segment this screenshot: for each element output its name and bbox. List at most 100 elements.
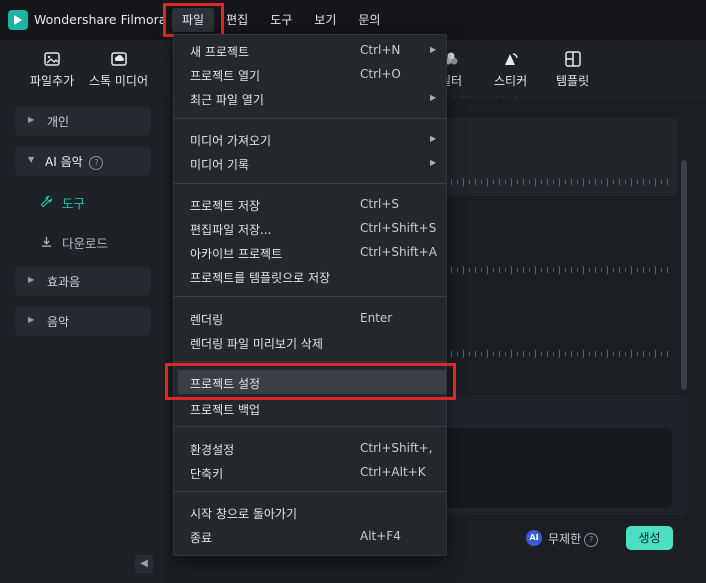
ai-music-label: AI 음악 bbox=[45, 155, 83, 169]
toolbar-sticker-label: 스티커 bbox=[494, 74, 528, 88]
chevron-right-icon: ▶ bbox=[28, 275, 35, 284]
menu-item-new-project[interactable]: 새 프로젝트 Ctrl+N ▶ bbox=[190, 40, 437, 60]
cloud-media-icon bbox=[109, 50, 129, 68]
project-settings-highlight-box bbox=[165, 363, 456, 400]
menu-item-save-as-template[interactable]: 프로젝트를 템플릿으로 저장 bbox=[190, 266, 435, 286]
menu-item-label: 프로젝트 저장 bbox=[190, 199, 261, 213]
toolbar-stock-media-button[interactable]: 스톡 미디어 bbox=[89, 50, 148, 89]
submenu-arrow-icon: ▶ bbox=[430, 134, 437, 143]
menu-item-label: 미디어 기록 bbox=[190, 158, 250, 172]
menu-item-shortcut: Ctrl+O bbox=[360, 67, 401, 81]
menu-item-delete-render-preview[interactable]: 렌더링 파일 미리보기 삭제 bbox=[190, 332, 435, 352]
menu-item-recent-files[interactable]: 최근 파일 열기 ▶ bbox=[190, 88, 437, 108]
generate-button[interactable]: 생성 bbox=[626, 526, 673, 550]
menu-item-save-as[interactable]: 편집파일 저장... Ctrl+Shift+S bbox=[190, 218, 436, 238]
menu-item-label: 최근 파일 열기 bbox=[190, 93, 264, 107]
menu-item-label: 단축키 bbox=[190, 467, 224, 481]
menu-item-archive-project[interactable]: 아카이브 프로젝트 Ctrl+Shift+A bbox=[190, 242, 437, 262]
sidebar-item-label: 효과음 bbox=[47, 275, 81, 289]
sidebar-collapse-button[interactable]: ◀ bbox=[135, 555, 153, 573]
sidebar-subitem-tool-label: 도구 bbox=[62, 196, 86, 211]
menu-separator bbox=[174, 361, 446, 362]
menu-item-label: 새 프로젝트 bbox=[190, 45, 250, 59]
chevron-right-icon: ▶ bbox=[28, 315, 35, 324]
sidebar-item-label: 음악 bbox=[47, 315, 70, 329]
sticker-icon bbox=[501, 50, 521, 68]
menu-item-shortcut: Ctrl+N bbox=[360, 43, 401, 57]
menu-separator bbox=[174, 118, 446, 119]
menu-item-preferences[interactable]: 환경설정 Ctrl+Shift+, bbox=[190, 438, 435, 458]
sidebar-item-personal[interactable]: ▶ 개인 bbox=[15, 106, 151, 136]
toolbar-add-file-button[interactable]: 파일추가 bbox=[30, 50, 74, 89]
menu-separator bbox=[174, 296, 446, 297]
menu-item-render[interactable]: 렌더링 Enter bbox=[190, 308, 435, 328]
toolbar-stock-media-label: 스톡 미디어 bbox=[89, 74, 149, 88]
chevron-right-icon: ▶ bbox=[28, 115, 35, 124]
menu-item-label: 미디어 가져오기 bbox=[190, 134, 272, 148]
chevron-left-icon: ◀ bbox=[140, 558, 148, 569]
waveform bbox=[445, 350, 668, 358]
menu-item-media-history[interactable]: 미디어 기록 ▶ bbox=[190, 153, 437, 173]
menu-item-exit[interactable]: 종료 Alt+F4 bbox=[190, 526, 435, 546]
toolbar-template-label: 템플릿 bbox=[556, 74, 590, 88]
menu-separator bbox=[174, 426, 446, 427]
ai-badge-icon: AI bbox=[526, 530, 542, 546]
wrench-icon bbox=[40, 195, 54, 211]
image-add-icon bbox=[42, 50, 62, 68]
menu-item-shortcuts[interactable]: 단축키 Ctrl+Alt+K bbox=[190, 462, 435, 482]
menu-item-label: 렌더링 파일 미리보기 삭제 bbox=[190, 337, 323, 351]
waveform bbox=[445, 178, 668, 186]
menu-item-label: 프로젝트 열기 bbox=[190, 69, 261, 83]
submenu-arrow-icon: ▶ bbox=[430, 93, 437, 102]
submenu-arrow-icon: ▶ bbox=[430, 158, 437, 167]
help-icon: ? bbox=[89, 155, 104, 170]
toolbar-add-file-label: 파일추가 bbox=[30, 74, 75, 88]
sidebar-item-label: 개인 bbox=[47, 115, 70, 129]
ai-prompt-input[interactable] bbox=[440, 428, 672, 508]
menu-item-back-to-start[interactable]: 시작 창으로 돌아가기 bbox=[190, 502, 435, 522]
download-icon bbox=[40, 235, 54, 251]
filmora-logo-icon bbox=[8, 10, 28, 30]
help-icon[interactable]: ? bbox=[584, 532, 599, 547]
menu-item-shortcut: Ctrl+Alt+K bbox=[360, 465, 426, 479]
menu-item-shortcut: Ctrl+Shift+A bbox=[360, 245, 437, 259]
chevron-down-icon: ▼ bbox=[28, 155, 35, 164]
menu-item-label: 프로젝트를 템플릿으로 저장 bbox=[190, 271, 331, 285]
menu-help[interactable]: 문의 bbox=[348, 8, 390, 32]
sidebar-item-music[interactable]: ▶ 음악 bbox=[15, 306, 151, 336]
unlimited-label: 무제한 bbox=[548, 532, 582, 546]
menu-separator bbox=[174, 491, 446, 492]
menu-item-label: 편집파일 저장... bbox=[190, 223, 272, 237]
menu-item-project-backup[interactable]: 프로젝트 백업 bbox=[190, 398, 435, 418]
menu-view[interactable]: 보기 bbox=[304, 8, 346, 32]
menu-item-label: 환경설정 bbox=[190, 443, 235, 457]
sidebar-subitem-download[interactable]: 다운로드 bbox=[40, 233, 108, 252]
toolbar-template-button[interactable]: 템플릿 bbox=[556, 50, 589, 89]
sidebar-subitem-tool[interactable]: 도구 bbox=[40, 193, 85, 212]
file-menu-highlight-box bbox=[163, 3, 224, 37]
menu-item-label: 렌더링 bbox=[190, 313, 224, 327]
menu-item-label: 종료 bbox=[190, 531, 213, 545]
menu-item-shortcut: Alt+F4 bbox=[360, 529, 401, 543]
toolbar-sticker-button[interactable]: 스티커 bbox=[494, 50, 527, 89]
content-scrollbar[interactable] bbox=[681, 160, 687, 390]
menu-item-save-project[interactable]: 프로젝트 저장 Ctrl+S bbox=[190, 194, 435, 214]
menu-tools[interactable]: 도구 bbox=[260, 8, 302, 32]
menu-item-import-media[interactable]: 미디어 가져오기 ▶ bbox=[190, 129, 437, 149]
app-title: Wondershare Filmora bbox=[34, 12, 167, 27]
menu-separator bbox=[174, 183, 446, 184]
menu-item-open-project[interactable]: 프로젝트 열기 Ctrl+O bbox=[190, 64, 435, 84]
sidebar-subitem-download-label: 다운로드 bbox=[62, 236, 109, 251]
file-menu-dropdown: 새 프로젝트 Ctrl+N ▶ 프로젝트 열기 Ctrl+O 최근 파일 열기 … bbox=[173, 34, 447, 556]
sidebar-item-sound-effects[interactable]: ▶ 효과음 bbox=[15, 266, 151, 296]
template-icon bbox=[563, 50, 583, 68]
menu-item-shortcut: Ctrl+Shift+, bbox=[360, 441, 433, 455]
unlimited-credits: 무제한? bbox=[548, 530, 599, 547]
menu-item-label: 시작 창으로 돌아가기 bbox=[190, 507, 297, 521]
submenu-arrow-icon: ▶ bbox=[430, 45, 437, 54]
waveform bbox=[445, 266, 668, 274]
menu-item-label: 프로젝트 백업 bbox=[190, 403, 261, 417]
sidebar-item-ai-music[interactable]: ▼ AI 음악 ? bbox=[15, 146, 151, 176]
sidebar-item-label: AI 음악 ? bbox=[45, 153, 104, 170]
menu-item-label: 아카이브 프로젝트 bbox=[190, 247, 283, 261]
